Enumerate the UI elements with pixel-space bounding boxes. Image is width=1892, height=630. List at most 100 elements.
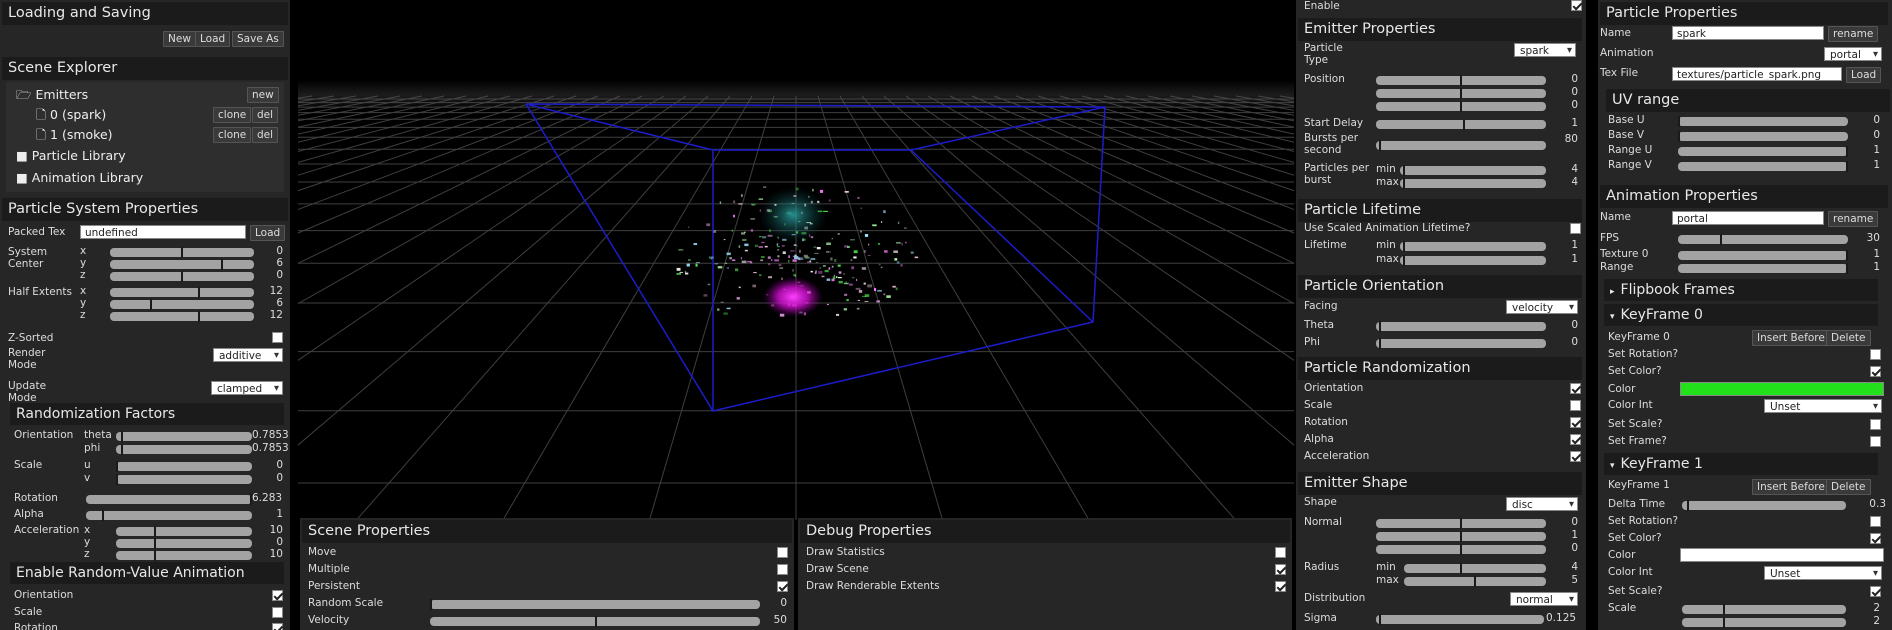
- slider-knob[interactable]: [121, 444, 123, 455]
- kf1-insert-before-button[interactable]: Insert Before: [1752, 479, 1830, 495]
- packed-tex-load-button[interactable]: Load: [250, 225, 286, 241]
- slider-knob[interactable]: [1723, 617, 1725, 628]
- rand-alpha-slider[interactable]: [86, 510, 252, 521]
- slider-knob[interactable]: [1460, 75, 1462, 86]
- phi-slider[interactable]: [1376, 338, 1546, 349]
- particles-min-slider[interactable]: [1400, 165, 1546, 176]
- theta-slider[interactable]: [1376, 321, 1546, 332]
- viewport-canvas[interactable]: [298, 0, 1294, 520]
- random-scale-slider[interactable]: [430, 599, 760, 610]
- range-slider[interactable]: [1678, 263, 1848, 274]
- lifetime-min-slider[interactable]: [1400, 241, 1546, 252]
- slider-knob[interactable]: [1474, 576, 1476, 587]
- center-x-slider[interactable]: [110, 247, 254, 258]
- pp-animation-select[interactable]: portal: [1824, 47, 1882, 62]
- new-emitter-button[interactable]: new: [247, 87, 279, 103]
- kf1-set-rotation-checkbox[interactable]: [1870, 516, 1881, 527]
- slider-knob[interactable]: [1379, 321, 1381, 332]
- slider-knob[interactable]: [1846, 161, 1848, 172]
- rand-item-checkbox-3[interactable]: [1570, 434, 1581, 445]
- shape-select[interactable]: disc: [1506, 497, 1578, 512]
- tree-item-emitter-0[interactable]: 🗋 0 (spark): [36, 106, 106, 127]
- draw-statistics-checkbox[interactable]: [1275, 547, 1286, 558]
- center-z-slider[interactable]: [110, 271, 254, 282]
- slider-knob[interactable]: [430, 599, 432, 610]
- normal-slider-1[interactable]: [1376, 531, 1546, 542]
- new-button[interactable]: New: [163, 31, 196, 47]
- slider-knob[interactable]: [198, 311, 200, 322]
- rand-u-slider[interactable]: [116, 461, 252, 472]
- uv-range_v-slider[interactable]: [1678, 161, 1848, 172]
- render-mode-select[interactable]: additive: [213, 348, 283, 363]
- center-y-slider[interactable]: [110, 259, 254, 270]
- slider-knob[interactable]: [1678, 131, 1680, 142]
- velocity-slider[interactable]: [430, 616, 760, 627]
- position-slider-1[interactable]: [1376, 88, 1546, 99]
- slider-knob[interactable]: [1403, 241, 1405, 252]
- kf1-delete-button[interactable]: Delete: [1826, 479, 1871, 495]
- slider-knob[interactable]: [1460, 518, 1462, 529]
- lifetime-max-slider[interactable]: [1400, 255, 1546, 266]
- tree-item-emitters[interactable]: 🗁 Emitters: [16, 86, 88, 107]
- slider-knob[interactable]: [1687, 500, 1689, 511]
- rand-rotation-slider[interactable]: [86, 494, 252, 505]
- flipbook-frames-header[interactable]: ▸ Flipbook Frames: [1604, 279, 1878, 301]
- start-delay-slider[interactable]: [1376, 119, 1546, 130]
- slider-knob[interactable]: [1460, 531, 1462, 542]
- slider-knob[interactable]: [595, 616, 597, 627]
- uv-range_u-slider[interactable]: [1678, 146, 1848, 157]
- position-slider-0[interactable]: [1376, 75, 1546, 86]
- delete-button-0[interactable]: del: [252, 107, 279, 123]
- particle-type-select[interactable]: spark: [1514, 43, 1576, 58]
- ap-rename-button[interactable]: rename: [1828, 211, 1879, 227]
- save-as-button[interactable]: Save As: [232, 31, 284, 47]
- use-scaled-checkbox[interactable]: [1570, 223, 1581, 234]
- slider-knob[interactable]: [181, 271, 183, 282]
- slider-knob[interactable]: [1846, 146, 1848, 157]
- bursts-slider[interactable]: [1376, 140, 1546, 151]
- fps-slider[interactable]: [1678, 234, 1848, 245]
- pp-rename-button[interactable]: rename: [1828, 26, 1879, 42]
- draw-extents-checkbox[interactable]: [1275, 581, 1286, 592]
- clone-button-0[interactable]: clone: [213, 107, 252, 123]
- slider-knob[interactable]: [1379, 140, 1381, 151]
- kf1-color-int-select[interactable]: Unset: [1764, 566, 1882, 581]
- slider-knob[interactable]: [1403, 178, 1405, 189]
- anim-scale-checkbox[interactable]: [272, 607, 283, 618]
- radius-min-slider[interactable]: [1404, 563, 1546, 574]
- rand-v-slider[interactable]: [116, 474, 252, 485]
- acc-x-slider[interactable]: [116, 526, 252, 537]
- draw-scene-checkbox[interactable]: [1275, 564, 1286, 575]
- extent-y-slider[interactable]: [110, 299, 254, 310]
- rand-item-checkbox-4[interactable]: [1570, 451, 1581, 462]
- slider-knob[interactable]: [154, 550, 156, 561]
- slider-knob[interactable]: [181, 247, 183, 258]
- particles-max-slider[interactable]: [1400, 178, 1546, 189]
- update-mode-select[interactable]: clamped: [211, 381, 283, 396]
- slider-knob[interactable]: [1720, 234, 1722, 245]
- kf1-set-color-checkbox[interactable]: [1870, 533, 1881, 544]
- acc-y-slider[interactable]: [116, 538, 252, 549]
- tree-item-emitter-1[interactable]: 🗋 1 (smoke): [36, 126, 113, 147]
- keyframe-1-header[interactable]: ▾ KeyFrame 1: [1604, 453, 1878, 475]
- radius-max-slider[interactable]: [1404, 576, 1546, 587]
- kf1-set-scale-checkbox[interactable]: [1870, 586, 1881, 597]
- tree-item-animation-library[interactable]: ■ Animation Library: [16, 170, 143, 185]
- anim-orientation-checkbox[interactable]: [272, 590, 283, 601]
- rand-item-checkbox-1[interactable]: [1570, 400, 1581, 411]
- extent-x-slider[interactable]: [110, 287, 254, 298]
- ap-name-input[interactable]: portal: [1672, 211, 1824, 225]
- load-button[interactable]: Load: [195, 31, 231, 47]
- uv-base_u-slider[interactable]: [1678, 116, 1848, 127]
- sigma-slider[interactable]: [1376, 614, 1544, 625]
- position-slider-2[interactable]: [1376, 101, 1546, 112]
- keyframe-0-header[interactable]: ▾ KeyFrame 0: [1604, 304, 1878, 326]
- kf0-set-rotation-checkbox[interactable]: [1870, 349, 1881, 360]
- kf1-scale-slider-0[interactable]: [1682, 604, 1846, 615]
- rand-phi-slider[interactable]: [116, 444, 252, 455]
- slider-knob[interactable]: [1723, 604, 1725, 615]
- kf1-scale-slider-1[interactable]: [1682, 617, 1846, 628]
- slider-knob[interactable]: [1379, 614, 1381, 625]
- slider-knob[interactable]: [116, 461, 118, 472]
- clone-button-1[interactable]: clone: [213, 127, 252, 143]
